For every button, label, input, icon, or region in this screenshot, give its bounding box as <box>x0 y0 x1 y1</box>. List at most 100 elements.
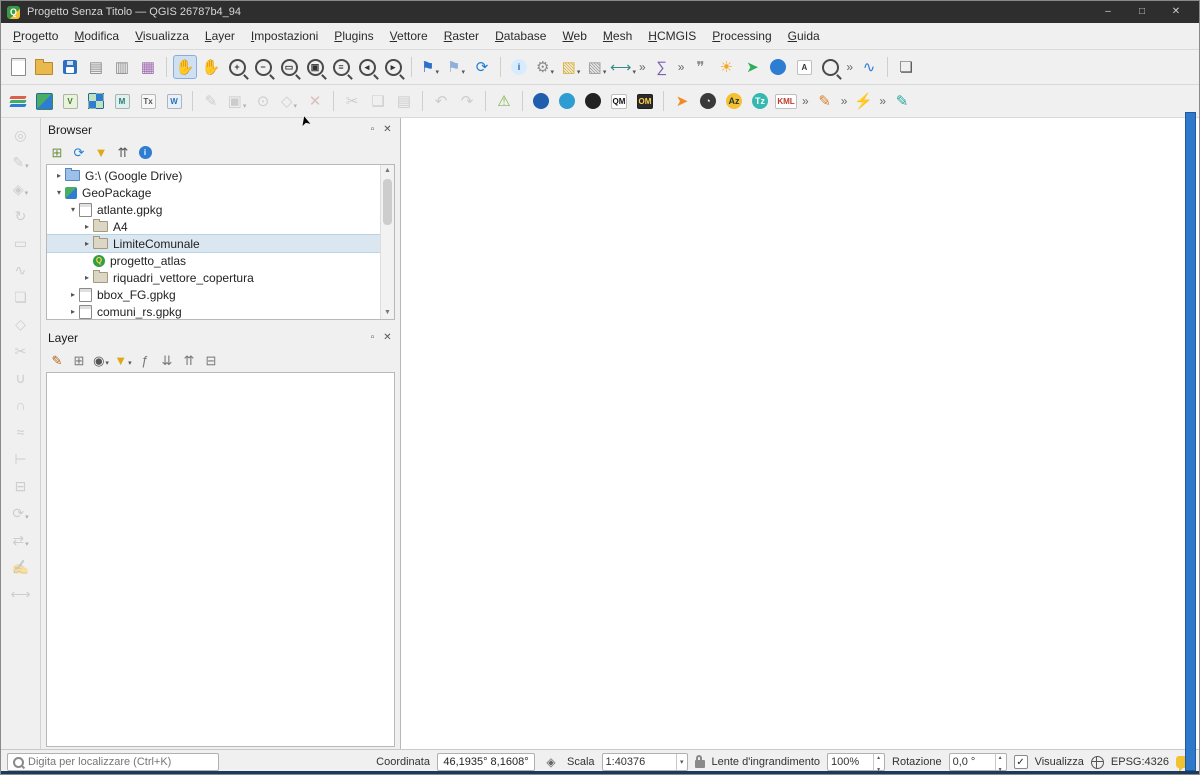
select-features-icon[interactable]: ▧ ▾ <box>559 55 583 79</box>
zoom-next-icon[interactable]: ▸ <box>381 55 405 79</box>
add-selected-layers-icon[interactable]: ⊞ <box>47 142 67 162</box>
add-group-icon[interactable]: ⊞ <box>69 350 89 370</box>
menu-hcmgis[interactable]: HCMGIS <box>640 26 704 46</box>
maximize-button[interactable]: □ <box>1125 1 1159 23</box>
menu-visualizza[interactable]: Visualizza <box>127 26 197 46</box>
save-project-icon[interactable] <box>58 55 82 79</box>
browser-item-a4[interactable]: ▸ A4 <box>47 218 380 235</box>
scale-combobox[interactable]: 1:40376 <box>601 753 688 771</box>
menu-processing[interactable]: Processing <box>704 26 779 46</box>
globe-plugin-icon[interactable] <box>555 89 579 113</box>
browser-item-riquadri-vettore-copertura[interactable]: ▸ riquadri_vettore_copertura <box>47 269 380 286</box>
notes-plugin-icon[interactable]: ✎ <box>890 89 914 113</box>
add-delimited-text-icon[interactable]: Tx <box>136 89 160 113</box>
sketch-plugin-icon[interactable]: ✎ <box>813 89 837 113</box>
crs-status-button[interactable]: EPSG:4326 <box>1111 756 1169 768</box>
layer-float-panel-icon[interactable]: ▫ <box>365 331 380 346</box>
kml-tools-icon[interactable]: KML <box>774 89 798 113</box>
toolbar-overflow-icon[interactable]: » <box>639 60 646 74</box>
magnifier-spinbox[interactable]: 100% <box>827 753 886 771</box>
layout-manager-icon[interactable]: ▥ <box>110 55 134 79</box>
toolbar-overflow-icon[interactable]: » <box>841 94 848 108</box>
browser-item-limitecomunale[interactable]: ▸ LimiteComunale <box>47 234 380 253</box>
style-manager-icon[interactable]: ▦ <box>136 55 160 79</box>
refresh-browser-icon[interactable]: ⟳ <box>69 142 89 162</box>
step-up-icon[interactable] <box>998 750 1003 762</box>
map-tips-icon[interactable]: ❞ <box>688 55 712 79</box>
scroll-up-icon[interactable] <box>384 165 391 177</box>
minimize-button[interactable]: – <box>1091 1 1125 23</box>
filter-expression-icon[interactable]: ƒ <box>135 350 155 370</box>
map-canvas[interactable] <box>401 118 1199 749</box>
open-project-icon[interactable] <box>32 55 56 79</box>
render-checkbox[interactable] <box>1013 755 1028 769</box>
text-search-plugin-icon[interactable]: A <box>792 55 816 79</box>
measure-icon[interactable]: ⟷ ▾ <box>610 55 636 79</box>
web-globe-icon[interactable] <box>766 55 790 79</box>
collapse-all-layers-icon[interactable]: ⇈ <box>179 350 199 370</box>
expand-arrow-icon[interactable]: ▸ <box>81 273 93 282</box>
show-bookmarks-icon[interactable]: ⚑ ▾ <box>444 55 468 79</box>
openmaps-icon[interactable]: OM <box>633 89 657 113</box>
add-vector-layer-icon[interactable]: V <box>58 89 82 113</box>
new-bookmark-icon[interactable]: ⚑ ▾ <box>418 55 442 79</box>
lock-scale-icon[interactable] <box>694 755 705 768</box>
clipboard-plugin-icon[interactable]: ❏ <box>894 55 918 79</box>
binoculars-plugin-icon[interactable] <box>581 89 605 113</box>
zoom-out-icon[interactable]: − <box>251 55 275 79</box>
toolbar-overflow-icon[interactable]: » <box>846 60 853 74</box>
toolbar-overflow-icon[interactable]: » <box>879 94 886 108</box>
close-button[interactable]: ✕ <box>1159 1 1193 23</box>
menu-modifica[interactable]: Modifica <box>66 26 127 46</box>
menu-vettore[interactable]: Vettore <box>382 26 436 46</box>
toolbar-overflow-icon[interactable]: » <box>678 60 685 74</box>
browser-item-progetto-atlas[interactable]: Qprogetto_atlas <box>47 252 380 269</box>
coordinate-input[interactable] <box>436 753 535 771</box>
remove-layer-icon[interactable]: ⊟ <box>201 350 221 370</box>
expand-arrow-icon[interactable]: ▸ <box>67 307 79 316</box>
browser-float-panel-icon[interactable]: ▫ <box>365 123 380 138</box>
lightning-plugin-icon[interactable]: ⚡ <box>851 89 875 113</box>
layer-styling-icon[interactable]: ✎ <box>47 350 67 370</box>
menu-progetto[interactable]: Progetto <box>5 26 66 46</box>
rotation-spinbox[interactable]: 0,0 ° <box>948 753 1007 771</box>
locator-magnifier-icon[interactable] <box>818 55 842 79</box>
pan-map-icon[interactable]: ✋ <box>173 55 197 79</box>
add-wms-layer-icon[interactable]: W <box>162 89 186 113</box>
menu-web[interactable]: Web <box>554 26 594 46</box>
orange-arrow-plugin-icon[interactable]: ➤ <box>670 89 694 113</box>
zoom-to-layer-icon[interactable]: ≡ <box>329 55 353 79</box>
browser-item-g-google-drive[interactable]: ▸ G:\ (Google Drive) <box>47 167 380 184</box>
az-plugin-icon[interactable]: Az <box>722 89 746 113</box>
layer-list-empty[interactable] <box>46 372 395 747</box>
filter-legend-icon[interactable]: ▼ ▾ <box>113 350 133 370</box>
menu-layer[interactable]: Layer <box>197 26 243 46</box>
rotation-steppers[interactable] <box>994 754 1003 770</box>
quickmapservices-icon[interactable]: QM <box>607 89 631 113</box>
profile-chart-icon[interactable]: ∿ <box>857 55 881 79</box>
manage-themes-icon[interactable]: ◉ ▾ <box>91 350 111 370</box>
browser-close-panel-icon[interactable]: ✕ <box>380 123 395 138</box>
data-source-manager-icon[interactable] <box>6 89 30 113</box>
identify-features-icon[interactable]: i <box>507 55 531 79</box>
refresh-map-icon[interactable]: ⟳ <box>470 55 494 79</box>
collapse-arrow-icon[interactable]: ▾ <box>53 188 65 197</box>
menu-impostazioni[interactable]: Impostazioni <box>243 26 326 46</box>
new-geopackage-icon[interactable] <box>32 89 56 113</box>
locator-search-input[interactable] <box>7 753 219 771</box>
zoom-to-selection-icon[interactable]: ▣ <box>303 55 327 79</box>
browser-item-comuni-rs-gpkg[interactable]: ▸ comuni_rs.gpkg <box>47 303 380 319</box>
scrollbar-track[interactable] <box>381 177 394 307</box>
search-web-plugin-icon[interactable] <box>529 89 553 113</box>
geometry-checker-icon[interactable]: ⚠ <box>492 89 516 113</box>
feature-action-icon[interactable]: ⚙ ▾ <box>533 55 557 79</box>
magnifier-steppers[interactable] <box>873 754 881 770</box>
menu-database[interactable]: Database <box>487 26 554 46</box>
scroll-down-icon[interactable] <box>384 307 391 319</box>
statistical-summary-icon[interactable]: ∑ <box>650 55 674 79</box>
tz-plugin-icon[interactable]: Tz <box>748 89 772 113</box>
pan-to-selection-icon[interactable]: ✋ <box>199 55 223 79</box>
sun-plugin-icon[interactable]: ☀ <box>714 55 738 79</box>
toggle-extents-button[interactable]: ◈ <box>542 753 560 771</box>
scale-dropdown-icon[interactable] <box>676 754 684 770</box>
